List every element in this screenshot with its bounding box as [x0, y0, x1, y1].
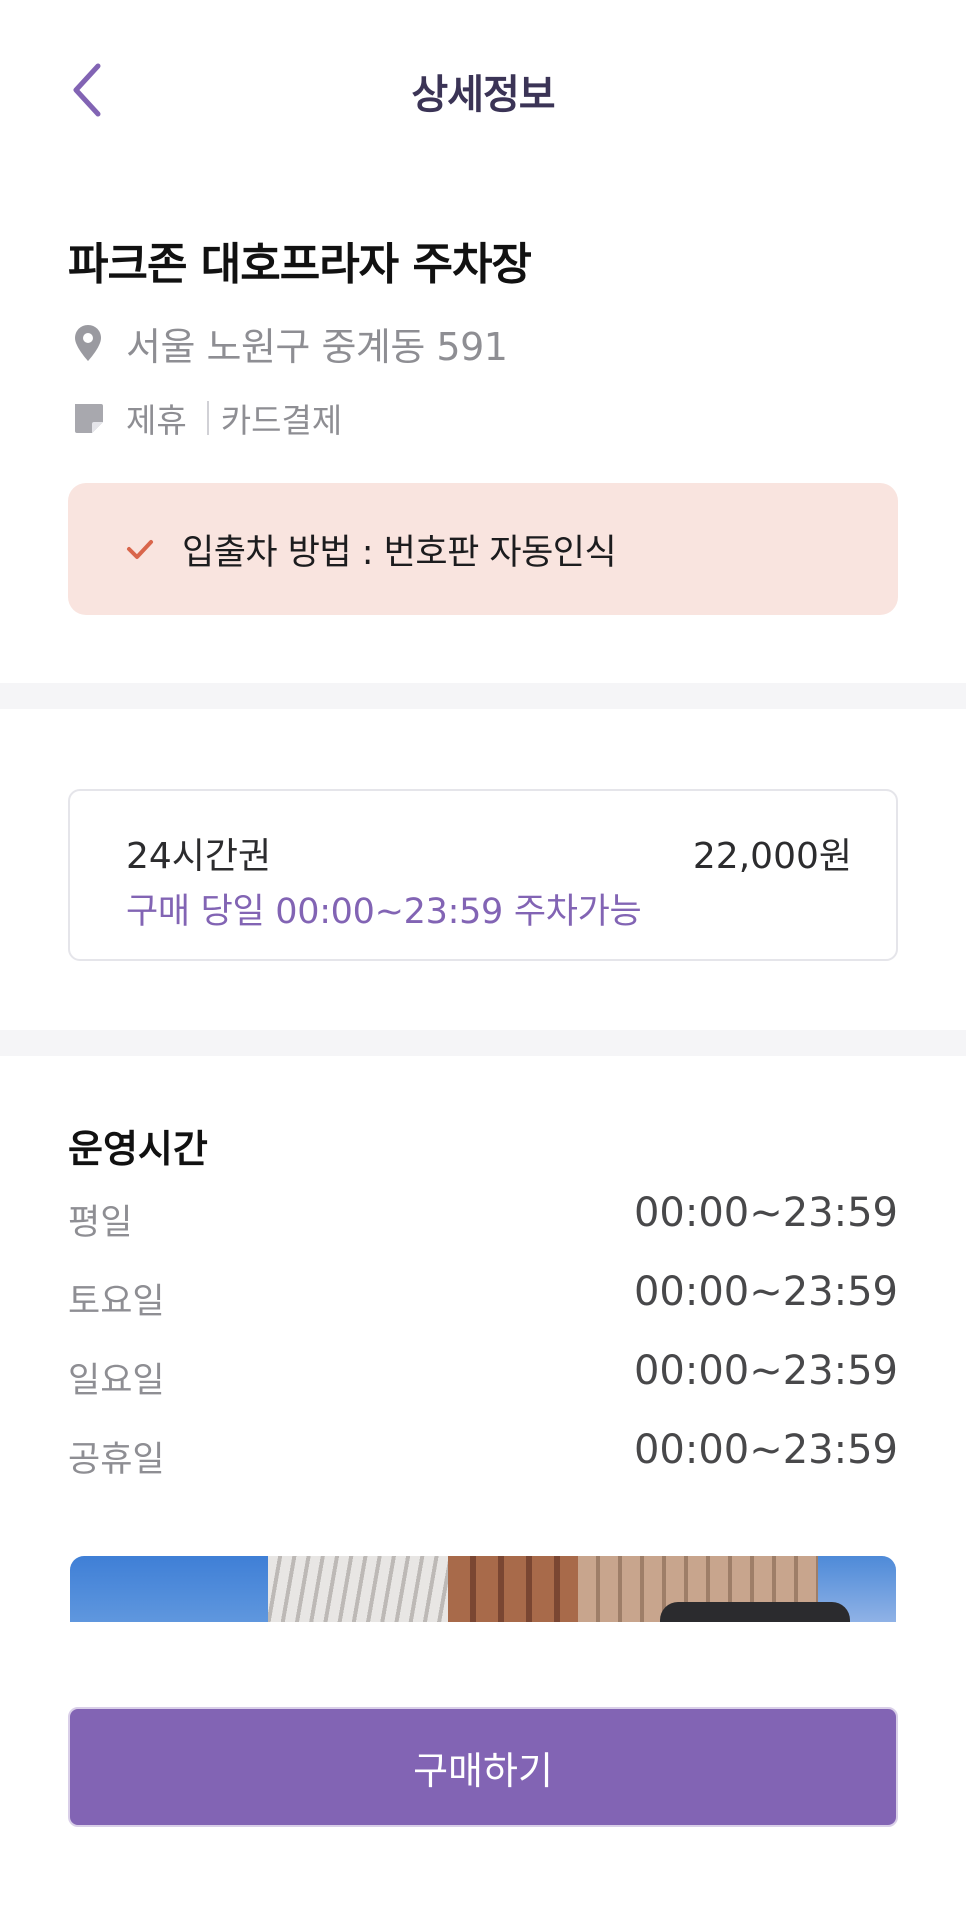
tag-row: 제휴 카드결제: [70, 396, 342, 440]
hours-time-value: 00:00~23:59: [633, 1348, 898, 1394]
hours-day-label: 토요일: [68, 1282, 165, 1322]
location-pin-icon: [68, 318, 108, 368]
parking-detail-screen: 상세정보 파크존 대호프라자 주차장 서울 노원구 중계동 591 제휴 카드결…: [0, 0, 966, 1905]
address-text: 서울 노원구 중계동 591: [126, 324, 508, 369]
hours-time-value: 00:00~23:59: [633, 1269, 898, 1315]
hours-row-saturday: 토요일 00:00~23:59: [68, 1269, 898, 1348]
ticket-card[interactable]: 24시간권 22,000원 구매 당일 00:00~23:59 주차가능: [68, 789, 898, 961]
entry-method-text: 입출차 방법 : 번호판 자동인식: [182, 532, 617, 573]
note-icon: [70, 400, 106, 436]
address-row: 서울 노원구 중계동 591: [68, 318, 508, 369]
parking-lot-photo[interactable]: [70, 1556, 896, 1622]
ticket-name: 24시간권: [126, 836, 272, 877]
operating-hours-list: 평일 00:00~23:59 토요일 00:00~23:59 일요일 00:00…: [68, 1190, 898, 1506]
photo-sky: [70, 1556, 270, 1622]
parking-lot-name: 파크존 대호프라자 주차장: [68, 239, 532, 290]
hours-day-label: 공휴일: [68, 1440, 165, 1480]
photo-building: [268, 1556, 448, 1622]
photo-building: [448, 1556, 578, 1622]
tag-card-payment: 카드결제: [220, 401, 343, 440]
section-divider: [0, 683, 966, 709]
hours-time-value: 00:00~23:59: [633, 1427, 898, 1473]
hours-row-holiday: 공휴일 00:00~23:59: [68, 1427, 898, 1506]
photo-overlay-badge: [660, 1602, 850, 1622]
ticket-description: 구매 당일 00:00~23:59 주차가능: [126, 892, 642, 932]
hours-day-label: 평일: [68, 1203, 133, 1243]
buy-button[interactable]: 구매하기: [68, 1707, 898, 1827]
section-divider: [0, 1030, 966, 1056]
hours-day-label: 일요일: [68, 1361, 165, 1401]
hours-row-weekday: 평일 00:00~23:59: [68, 1190, 898, 1269]
header: 상세정보: [0, 40, 966, 140]
page-title: 상세정보: [411, 72, 555, 118]
hours-time-value: 00:00~23:59: [633, 1190, 898, 1236]
operating-hours-title: 운영시간: [68, 1127, 208, 1171]
ticket-price: 22,000원: [692, 836, 852, 877]
hours-row-sunday: 일요일 00:00~23:59: [68, 1348, 898, 1427]
tag-partnership: 제휴: [126, 401, 187, 440]
check-icon: [124, 533, 156, 565]
tag-divider: [206, 401, 209, 435]
entry-method-notice: 입출차 방법 : 번호판 자동인식: [68, 483, 898, 615]
